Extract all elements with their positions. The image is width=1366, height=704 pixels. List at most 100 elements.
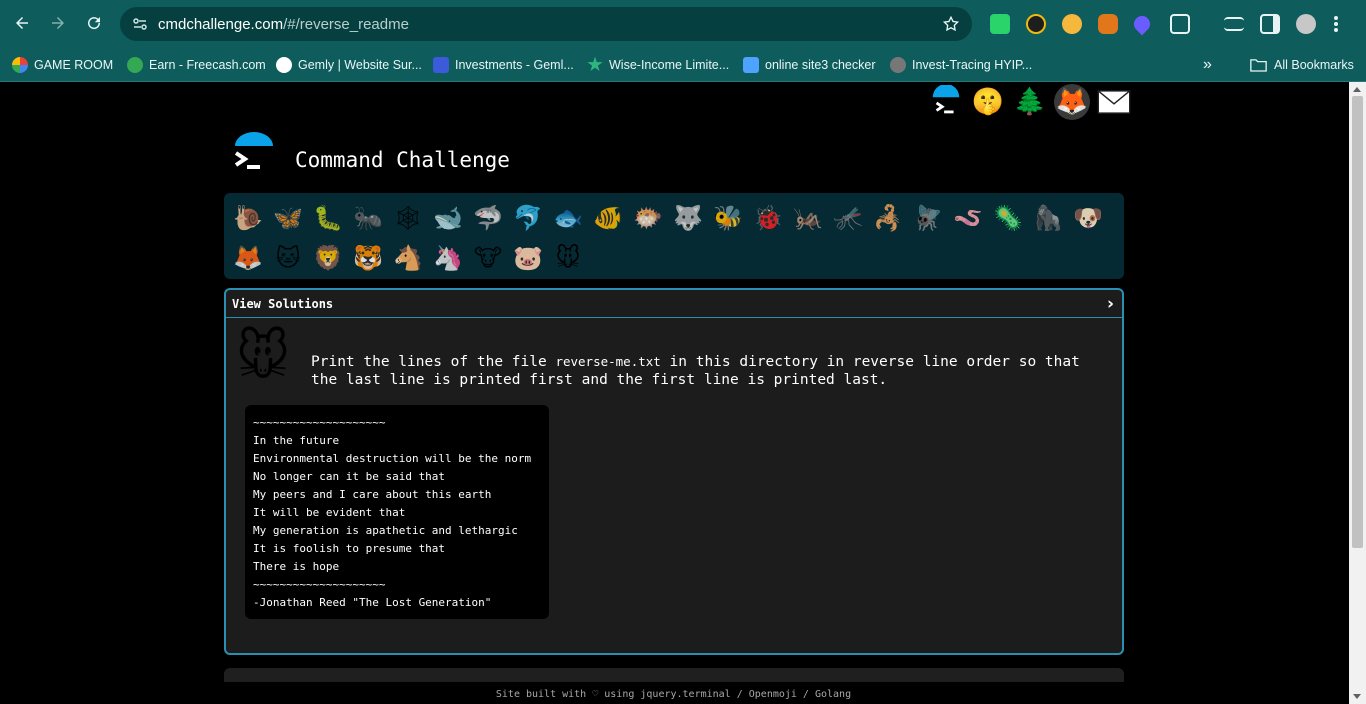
tree-link[interactable]: 🌲 <box>1012 84 1048 120</box>
terminal-icon <box>932 85 960 114</box>
file-line: In the future <box>253 434 340 447</box>
bookmark-label: Invest-Tracing HYIP... <box>912 57 1033 72</box>
bookmark-freecash[interactable]: Earn - Freecash.com <box>127 47 266 82</box>
view-solutions-label: View Solutions <box>232 296 334 311</box>
url-text[interactable]: cmdchallenge.com/#/reverse_readme <box>158 16 409 33</box>
file-line: -Jonathan Reed "The Lost Generation" <box>253 596 492 609</box>
email-link[interactable] <box>1096 84 1132 120</box>
bookmark-star-icon[interactable] <box>942 15 960 33</box>
challenge-cow-icon[interactable]: 🐮 <box>468 238 508 278</box>
back-button[interactable] <box>4 5 40 41</box>
challenge-whale-icon[interactable]: 🐋 <box>428 198 468 238</box>
bookmark-gemly[interactable]: Gemly | Website Sur... <box>276 47 422 82</box>
browser-menu-icon[interactable] <box>1334 16 1338 32</box>
file-line: There is hope <box>253 560 340 573</box>
challenge-worm-icon[interactable]: 🪱 <box>948 198 988 238</box>
reload-button[interactable] <box>76 5 112 41</box>
scroll-up-arrow-icon[interactable] <box>1353 87 1361 92</box>
mouse-challenge-icon: 🐭 <box>235 327 291 387</box>
file-line: No longer can it be said that <box>253 470 446 483</box>
bookmark-wise-income[interactable]: Wise-Income Limite... <box>587 47 729 82</box>
challenge-dolphin-icon[interactable]: 🐬 <box>508 198 548 238</box>
all-bookmarks-button[interactable]: All Bookmarks <box>1250 47 1354 82</box>
challenge-dog-icon[interactable]: 🐶 <box>1068 198 1108 238</box>
page-viewport: 🤫 🌲 🦊 Command Challenge 🐌 🦋 🐛 🐜 🕸 🐋 🦈 🐬 🐟 🐠 🐡 🐺 🐝 🐞 🦗 🦟… <box>0 82 1366 704</box>
challenge-tiger-icon[interactable]: 🐯 <box>348 238 388 278</box>
bookmark-investments[interactable]: Investments - Geml... <box>433 47 574 82</box>
challenge-fish-icon[interactable]: 🐟 <box>548 198 588 238</box>
site-info-icon[interactable] <box>132 16 148 32</box>
chevron-right-icon[interactable]: › <box>1107 294 1114 314</box>
url-host: cmdchallenge.com <box>158 15 284 33</box>
profile-avatar[interactable] <box>1296 14 1316 34</box>
file-line: ~~~~~~~~~~~~~~~~~~~~ <box>253 416 386 429</box>
challenge-blowfish-icon[interactable]: 🐡 <box>628 198 668 238</box>
challenge-pig-icon[interactable]: 🐷 <box>508 238 548 278</box>
hyip-favicon-icon <box>890 56 906 73</box>
back-arrow-icon <box>16 17 28 29</box>
challenge-spider-web-icon[interactable]: 🕸 <box>388 198 428 238</box>
challenge-snail-icon[interactable]: 🐌 <box>228 198 268 238</box>
file-line: ~~~~~~~~~~~~~~~~~~~~ <box>253 578 386 591</box>
challenge-fly-icon[interactable]: 🪰 <box>908 198 948 238</box>
challenge-ladybug-icon[interactable]: 🐞 <box>748 198 788 238</box>
file-line: My peers and I care about this earth <box>253 488 492 501</box>
description-start: Print the lines of the file <box>311 354 556 370</box>
site-title: Command Challenge <box>295 148 510 172</box>
bookmark-label: Wise-Income Limite... <box>609 57 730 72</box>
scroll-thumb[interactable] <box>1352 96 1363 548</box>
all-bookmarks-label: All Bookmarks <box>1274 57 1354 72</box>
bookmarks-overflow-button[interactable]: » <box>1203 47 1212 82</box>
challenge-horse-icon[interactable]: 🐴 <box>388 238 428 278</box>
view-solutions-toggle[interactable]: View Solutions › <box>226 290 1122 318</box>
challenge-tropical-fish-icon[interactable]: 🐠 <box>588 198 628 238</box>
extensions-puzzle-icon[interactable] <box>1170 14 1190 34</box>
page-scrollbar[interactable] <box>1349 82 1366 704</box>
bookmark-game-room[interactable]: GAME ROOM <box>12 47 113 82</box>
site-footer: Site built with ♡ using jquery.terminal … <box>495 689 852 700</box>
extension-drop-icon[interactable] <box>1130 12 1154 36</box>
challenge-wolf-icon[interactable]: 🐺 <box>668 198 708 238</box>
gitlab-link[interactable]: 🦊 <box>1054 84 1090 120</box>
challenge-caterpillar-icon[interactable]: 🐛 <box>308 198 348 238</box>
bookmark-invest-tracing[interactable]: Invest-Tracing HYIP... <box>890 47 1032 82</box>
challenge-shark-icon[interactable]: 🦈 <box>468 198 508 238</box>
challenge-microbe-icon[interactable]: 🦠 <box>988 198 1028 238</box>
side-panel-icon[interactable] <box>1260 14 1280 34</box>
challenge-butterfly-icon[interactable]: 🦋 <box>268 198 308 238</box>
shush-link[interactable]: 🤫 <box>970 84 1006 120</box>
chart-favicon-icon <box>743 56 759 73</box>
bookmark-site-checker[interactable]: online site3 checker <box>743 47 875 82</box>
forward-button[interactable] <box>40 5 76 41</box>
challenge-gorilla-icon[interactable]: 🦍 <box>1028 198 1068 238</box>
bookmark-label: Earn - Freecash.com <box>149 57 266 72</box>
reload-icon <box>88 17 101 30</box>
challenge-scorpion-icon[interactable]: 🦂 <box>868 198 908 238</box>
browser-toolbar: cmdchallenge.com/#/reverse_readme <box>0 0 1366 47</box>
challenge-mouse-icon[interactable]: 🐭 <box>548 238 588 278</box>
challenge-unicorn-icon[interactable]: 🦄 <box>428 238 468 278</box>
address-bar[interactable]: cmdchallenge.com/#/reverse_readme <box>120 7 972 41</box>
challenge-fox-icon[interactable]: 🦊 <box>228 238 268 278</box>
terminal-container-top <box>224 668 1124 682</box>
challenge-ant-icon[interactable]: 🐜 <box>348 198 388 238</box>
extension-metamask-icon[interactable] <box>1098 14 1118 34</box>
extension-binance-icon[interactable] <box>1026 14 1046 34</box>
extension-coin-icon[interactable] <box>1062 14 1082 34</box>
bookmark-label: online site3 checker <box>765 57 876 72</box>
file-contents-box: ~~~~~~~~~~~~~~~~~~~~ In the future Environ… <box>245 405 549 619</box>
terminal-link[interactable] <box>928 84 964 120</box>
freecash-favicon-icon <box>127 56 143 73</box>
challenge-cat-icon[interactable]: 🐱 <box>268 238 308 278</box>
media-control-icon[interactable] <box>1224 17 1244 31</box>
game-room-favicon-icon <box>12 56 28 73</box>
bookmarks-bar: GAME ROOM Earn - Freecash.com Gemly | We… <box>0 47 1366 82</box>
filename: reverse-me.txt <box>555 354 661 369</box>
challenge-cricket-icon[interactable]: 🦗 <box>788 198 828 238</box>
challenge-lion-icon[interactable]: 🦁 <box>308 238 348 278</box>
challenge-bee-icon[interactable]: 🐝 <box>708 198 748 238</box>
scroll-down-arrow-icon[interactable] <box>1353 694 1361 699</box>
shush-face-icon: 🤫 <box>971 87 1005 117</box>
extension-green-icon[interactable] <box>990 14 1010 34</box>
challenge-mosquito-icon[interactable]: 🦟 <box>828 198 868 238</box>
